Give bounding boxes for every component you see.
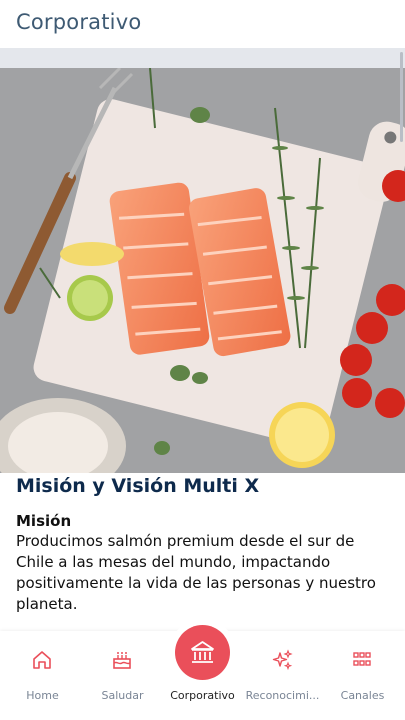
bank-icon [191,641,214,663]
mission-heading: Misión [16,512,72,530]
cake-icon [113,652,131,669]
nav-item-home[interactable]: Home [2,631,83,720]
section-title: Misión y Visión Multi X [16,475,260,497]
nav-item-canales[interactable]: Canales [322,631,403,720]
nav-label-home: Home [26,689,59,702]
corporativo-fab-button[interactable] [175,625,230,680]
scrollbar[interactable] [400,52,403,142]
nav-item-reconocimientos[interactable]: Reconocimi... [242,631,323,720]
header-divider [0,48,405,68]
nav-label-canales: Canales [340,689,385,702]
home-icon [33,651,51,669]
nav-label-saludar: Saludar [101,689,144,702]
grid-icon [353,652,371,666]
app-header: Corporativo [0,0,405,48]
nav-item-saludar[interactable]: Saludar [82,631,163,720]
mission-section: Misión y Visión Multi X Misión Producimo… [0,473,405,631]
page-title: Corporativo [16,10,142,34]
nav-label-corporativo: Corporativo [170,689,235,702]
nav-label-reconocimientos: Reconocimi... [245,689,320,702]
sparkle-icon [272,649,293,671]
mission-text: Producimos salmón premium desde el sur d… [16,532,376,613]
hero-image [0,68,405,473]
